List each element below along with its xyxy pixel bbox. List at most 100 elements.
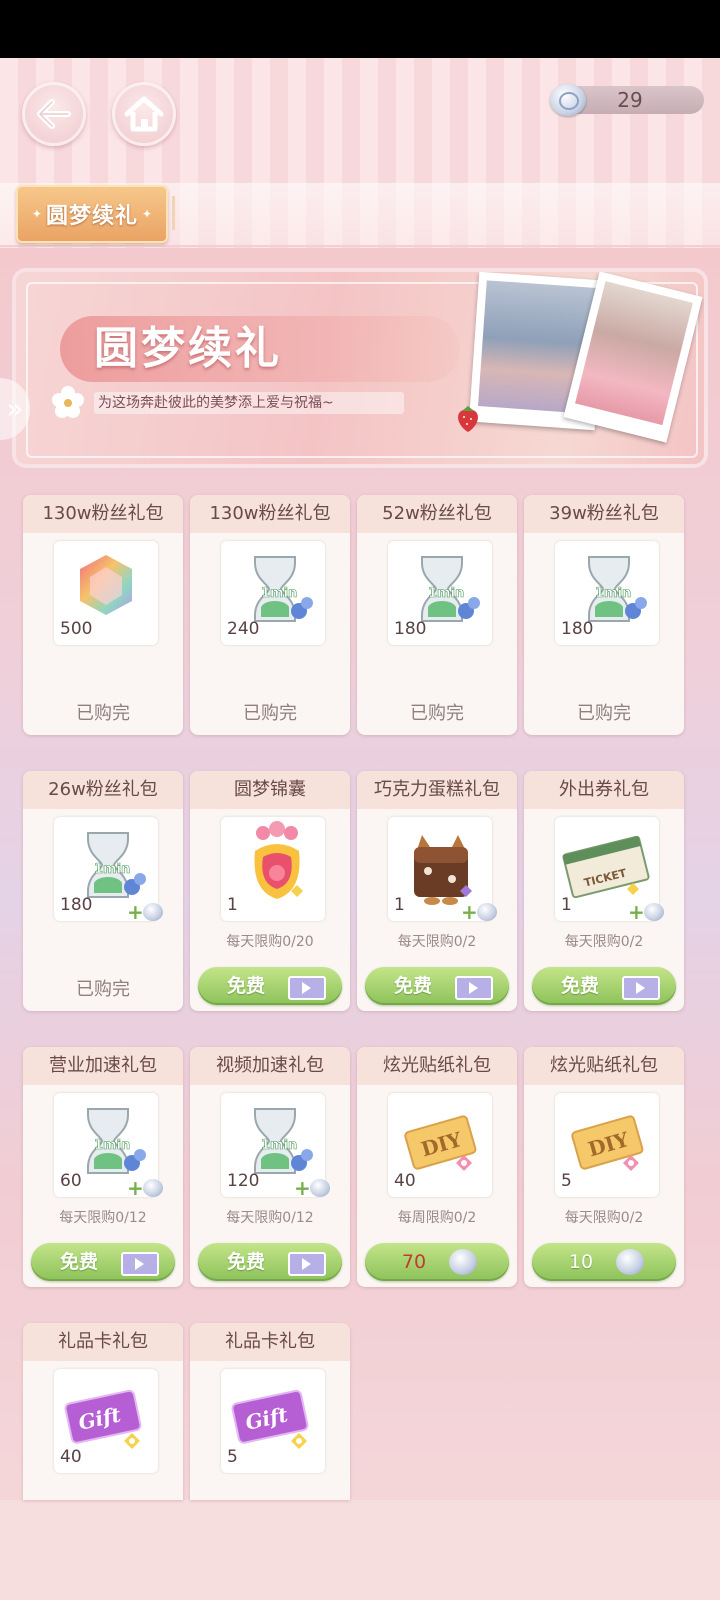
home-icon bbox=[124, 96, 164, 132]
pack-name: 39w粉丝礼包 bbox=[524, 495, 684, 533]
purchase-limit: 每天限购0/12 bbox=[226, 1210, 314, 1226]
flower-icon bbox=[52, 386, 84, 418]
plus-icon: + bbox=[127, 1176, 144, 1200]
bottom-background bbox=[0, 1500, 720, 1600]
sold-out-label: 已购完 bbox=[76, 979, 130, 1000]
svg-text:1min: 1min bbox=[428, 586, 464, 601]
buy-button[interactable]: 70 bbox=[365, 1243, 509, 1281]
pack-name: 圆梦锦囊 bbox=[190, 771, 350, 809]
home-button[interactable] bbox=[112, 82, 176, 146]
pack-item[interactable]: DIY 40 bbox=[388, 1093, 492, 1197]
svg-text:1min: 1min bbox=[94, 862, 130, 877]
free-claim-button[interactable]: 免费 bbox=[365, 967, 509, 1005]
button-label: 免费 bbox=[226, 1251, 265, 1273]
item-count: 60 bbox=[60, 1171, 82, 1191]
plus-icon: + bbox=[628, 900, 645, 924]
pack-card: 营业加速礼包 1min 60 + 每天限购0/12 免费 bbox=[23, 1047, 183, 1287]
pack-item[interactable]: 1min 180 bbox=[555, 541, 659, 645]
buy-button[interactable]: 10 bbox=[532, 1243, 676, 1281]
event-banner: 圆梦续礼 为这场奔赴彼此的美梦添上爱与祝福~ bbox=[16, 272, 704, 464]
plus-icon: + bbox=[127, 900, 144, 924]
pack-card: 视频加速礼包 1min 120 + 每天限购0/12 免费 bbox=[190, 1047, 350, 1287]
price-label: 10 bbox=[568, 1251, 594, 1273]
pack-name: 52w粉丝礼包 bbox=[357, 495, 517, 533]
pack-item[interactable]: Gift 5 bbox=[221, 1369, 325, 1473]
item-count: 180 bbox=[561, 619, 594, 639]
pack-name: 礼品卡礼包 bbox=[190, 1323, 350, 1361]
tab-divider bbox=[172, 196, 175, 230]
sold-out-label: 已购完 bbox=[410, 703, 464, 724]
rainbow-gem-icon bbox=[80, 555, 132, 615]
silver-coin-icon bbox=[644, 903, 664, 921]
video-ad-icon bbox=[455, 976, 493, 1000]
purchase-limit: 每天限购0/20 bbox=[226, 934, 314, 950]
pack-name: 130w粉丝礼包 bbox=[190, 495, 350, 533]
purchase-limit: 每天限购0/2 bbox=[564, 934, 644, 950]
pack-item[interactable]: 500 bbox=[54, 541, 158, 645]
plus-icon: + bbox=[294, 1176, 311, 1200]
svg-text:1min: 1min bbox=[94, 1138, 130, 1153]
item-count: 1 bbox=[227, 895, 238, 915]
silver-coin-icon bbox=[550, 84, 586, 116]
back-arrow-icon bbox=[37, 99, 71, 129]
bonus-coin: + bbox=[294, 1177, 338, 1199]
price-label: 70 bbox=[401, 1251, 427, 1273]
back-button[interactable] bbox=[22, 82, 86, 146]
silver-coin-icon bbox=[616, 1249, 644, 1275]
diy-sticker-icon: DIY bbox=[571, 1115, 644, 1171]
purchase-limit: 每周限购0/2 bbox=[397, 1210, 477, 1226]
currency-amount: 29 bbox=[617, 88, 643, 112]
pack-name: 视频加速礼包 bbox=[190, 1047, 350, 1085]
pack-item[interactable]: 1min 180 bbox=[388, 541, 492, 645]
item-count: 240 bbox=[227, 619, 260, 639]
svg-text:1min: 1min bbox=[261, 1138, 297, 1153]
status-bar bbox=[0, 0, 720, 58]
item-count: 40 bbox=[60, 1447, 82, 1467]
tab-yuanmeng[interactable]: ✦ 圆梦续礼 ✦ bbox=[16, 185, 168, 243]
svg-text:1min: 1min bbox=[595, 586, 631, 601]
pack-card: 炫光贴纸礼包 DIY 5 每天限购0/2 10 bbox=[524, 1047, 684, 1287]
sparkle-icon: ✦ bbox=[31, 207, 42, 221]
banner-subtitle: 为这场奔赴彼此的美梦添上爱与祝福~ bbox=[98, 395, 334, 411]
item-count: 5 bbox=[561, 1171, 572, 1191]
pack-card: 礼品卡礼包 Gift 5 bbox=[190, 1323, 350, 1500]
bonus-coin: + bbox=[461, 901, 505, 923]
bonus-coin: + bbox=[127, 901, 171, 923]
pack-name: 营业加速礼包 bbox=[23, 1047, 183, 1085]
free-claim-button[interactable]: 免费 bbox=[532, 967, 676, 1005]
plus-icon: + bbox=[461, 900, 478, 924]
pack-card: 26w粉丝礼包 1min 180 + 已购完 bbox=[23, 771, 183, 1011]
diy-sticker-icon: DIY bbox=[404, 1115, 477, 1171]
silver-coin-icon bbox=[143, 903, 163, 921]
svg-text:1min: 1min bbox=[261, 586, 297, 601]
silver-coin-icon bbox=[310, 1179, 330, 1197]
sold-out-label: 已购完 bbox=[76, 703, 130, 724]
hourglass-icon: 1min bbox=[254, 1108, 313, 1174]
bonus-coin: + bbox=[628, 901, 672, 923]
video-ad-icon bbox=[288, 1252, 326, 1276]
pack-item[interactable]: Gift 40 bbox=[54, 1369, 158, 1473]
pack-item[interactable]: 1 bbox=[221, 817, 325, 921]
free-claim-button[interactable]: 免费 bbox=[31, 1243, 175, 1281]
pack-item[interactable]: 1min 240 bbox=[221, 541, 325, 645]
item-count: 1 bbox=[394, 895, 405, 915]
pack-name: 130w粉丝礼包 bbox=[23, 495, 183, 533]
button-label: 免费 bbox=[226, 975, 265, 997]
hourglass-icon: 1min bbox=[87, 832, 146, 898]
hourglass-icon: 1min bbox=[421, 556, 480, 622]
pack-item[interactable]: DIY 5 bbox=[555, 1093, 659, 1197]
pack-name: 炫光贴纸礼包 bbox=[357, 1047, 517, 1085]
free-claim-button[interactable]: 免费 bbox=[198, 1243, 342, 1281]
pack-card: 外出券礼包 TICKET 1 + 每天限购0/2 免费 bbox=[524, 771, 684, 1011]
purchase-limit: 每天限购0/2 bbox=[397, 934, 477, 950]
free-claim-button[interactable]: 免费 bbox=[198, 967, 342, 1005]
pack-name: 炫光贴纸礼包 bbox=[524, 1047, 684, 1085]
chocolate-cake-icon bbox=[414, 835, 472, 905]
bonus-coin: + bbox=[127, 1177, 171, 1199]
pack-card: 39w粉丝礼包 1min 180 已购完 bbox=[524, 495, 684, 735]
button-label: 免费 bbox=[560, 975, 599, 997]
pack-card: 巧克力蛋糕礼包 1 + 每天限购0/2 免费 bbox=[357, 771, 517, 1011]
purchase-limit: 每天限购0/12 bbox=[59, 1210, 147, 1226]
lucky-pouch-icon bbox=[254, 821, 303, 899]
strawberry-icon bbox=[458, 406, 478, 432]
